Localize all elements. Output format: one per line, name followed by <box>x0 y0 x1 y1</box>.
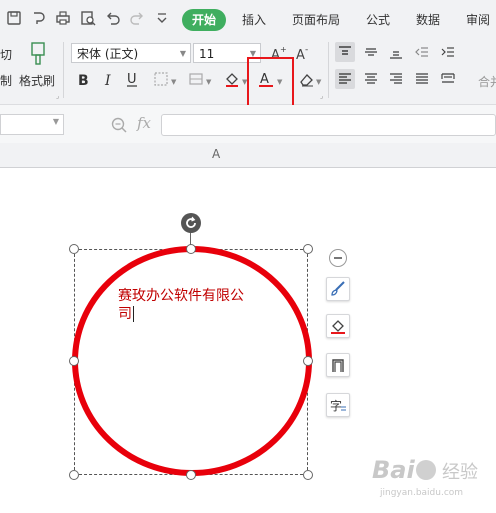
print-preview-icon[interactable] <box>79 9 97 27</box>
svg-text:-: - <box>305 45 308 55</box>
shape-text-line-1: 赛玫办公软件有限公 <box>118 288 244 304</box>
chevron-down-icon: ▼ <box>179 49 186 58</box>
svg-text:I: I <box>104 73 111 87</box>
resize-handle-bottom[interactable] <box>186 470 196 480</box>
svg-text:U: U <box>127 72 137 87</box>
shape-style-button[interactable] <box>326 277 350 301</box>
italic-icon[interactable]: I <box>98 69 118 89</box>
svg-text:A: A <box>296 48 305 61</box>
text-effect-button[interactable]: 字 <box>326 393 350 417</box>
tab-review[interactable]: 审阅 <box>466 9 490 31</box>
align-center-icon[interactable] <box>361 69 381 89</box>
svg-text:+: + <box>280 45 286 54</box>
align-top-icon[interactable] <box>335 42 355 62</box>
svg-text:经验: 经验 <box>442 462 478 483</box>
underline-icon[interactable]: U <box>122 69 142 89</box>
text-cursor <box>133 306 134 322</box>
resize-handle-right[interactable] <box>303 356 313 366</box>
resize-handle-left[interactable] <box>69 356 79 366</box>
copy-label[interactable]: 制 <box>0 72 12 89</box>
watermark-logo: Bai 经验 <box>372 456 478 484</box>
font-name-select[interactable]: 宋体 (正文) ▼ <box>71 43 191 63</box>
format-painter-label[interactable]: 格式刷 <box>19 72 55 89</box>
baidu-jingyan-watermark: Bai 经验 jingyan.baidu.com <box>350 440 496 509</box>
circle-outline[interactable] <box>72 246 312 476</box>
redo-icon[interactable] <box>128 9 146 27</box>
tab-page-layout[interactable]: 页面布局 <box>292 9 340 31</box>
border-icon[interactable] <box>151 69 171 89</box>
brush-icon <box>331 281 345 296</box>
zoom-icon[interactable] <box>110 116 128 134</box>
formula-input[interactable] <box>161 114 496 136</box>
increase-indent-icon[interactable] <box>438 42 458 62</box>
ribbon: 切 制 格式刷 ⌟ 宋体 (正文) ▼ 11 ▼ A + A- B I U ▼ ▼… <box>0 38 496 113</box>
chevron-down-icon[interactable]: ▼ <box>206 78 211 86</box>
undo-icon[interactable] <box>104 9 122 27</box>
resize-handle-bottom-left[interactable] <box>69 470 79 480</box>
svg-text:B: B <box>78 73 89 87</box>
svg-text:A: A <box>260 72 269 87</box>
svg-text:Bai: Bai <box>372 456 415 484</box>
cut-label[interactable]: 切 <box>0 46 12 63</box>
decrease-font-icon[interactable]: A- <box>293 43 313 63</box>
fill-color-icon[interactable] <box>222 69 242 89</box>
merge-label[interactable]: 合并 <box>478 73 496 90</box>
justify-icon[interactable] <box>412 69 432 89</box>
watermark-url: jingyan.baidu.com <box>380 488 464 498</box>
shape-text-line-2: 司 <box>118 306 132 322</box>
print-icon[interactable] <box>54 9 72 27</box>
shape-fill-button[interactable] <box>326 314 350 338</box>
bold-icon[interactable]: B <box>73 69 93 89</box>
font-name-value: 宋体 (正文) <box>77 47 139 61</box>
chevron-down-icon[interactable]: ▼ <box>316 78 321 86</box>
tab-insert[interactable]: 插入 <box>242 9 266 31</box>
decrease-indent-icon[interactable] <box>412 42 432 62</box>
resize-handle-top[interactable] <box>186 244 196 254</box>
svg-text:字: 字 <box>330 398 342 413</box>
oval-shape[interactable] <box>70 243 314 479</box>
align-middle-icon[interactable] <box>361 42 381 62</box>
merge-border-icon[interactable] <box>186 69 206 89</box>
tab-data[interactable]: 数据 <box>416 9 440 31</box>
shape-outline-button[interactable] <box>326 353 350 377</box>
customize-dropdown-icon[interactable] <box>153 9 171 27</box>
column-header-a[interactable]: A <box>212 147 220 161</box>
font-size-value: 11 <box>199 47 215 61</box>
function-fx-icon[interactable]: fx <box>137 114 151 132</box>
export-icon[interactable] <box>30 9 48 27</box>
formula-bar: ▼ fx <box>0 105 496 144</box>
outline-icon <box>332 359 344 372</box>
resize-handle-bottom-right[interactable] <box>303 470 313 480</box>
clipboard-launcher-icon[interactable]: ⌟ <box>56 92 59 100</box>
tab-start[interactable]: 开始 <box>182 9 227 31</box>
font-color-icon[interactable]: A <box>256 69 276 89</box>
align-right-icon[interactable] <box>386 69 406 89</box>
distributed-align-icon[interactable] <box>438 69 458 89</box>
collapse-icon[interactable] <box>329 249 347 267</box>
tab-formula[interactable]: 公式 <box>366 9 390 31</box>
column-header-row: A <box>0 143 496 168</box>
fill-bucket-icon <box>331 320 345 334</box>
shape-text[interactable]: 赛玫办公软件有限公 司 <box>118 287 268 323</box>
chevron-down-icon[interactable]: ▼ <box>171 78 176 86</box>
align-left-icon[interactable] <box>335 69 355 89</box>
group-divider <box>328 42 329 98</box>
text-char-icon: 字 <box>330 398 346 413</box>
align-bottom-icon[interactable] <box>386 42 406 62</box>
format-painter-icon[interactable] <box>27 42 49 66</box>
clear-format-icon[interactable] <box>296 69 316 89</box>
quick-access-bar: 开始 插入 页面布局 公式 数据 审阅 <box>0 0 496 38</box>
resize-handle-top-left[interactable] <box>69 244 79 254</box>
chevron-down-icon[interactable]: ▼ <box>277 78 282 86</box>
font-launcher-icon[interactable]: ⌟ <box>320 92 323 100</box>
resize-handle-top-right[interactable] <box>303 244 313 254</box>
name-box[interactable]: ▼ <box>0 114 64 135</box>
save-icon[interactable] <box>5 9 23 27</box>
chevron-down-icon: ▼ <box>52 117 59 126</box>
group-divider <box>63 42 64 98</box>
rotate-icon[interactable] <box>181 213 201 233</box>
